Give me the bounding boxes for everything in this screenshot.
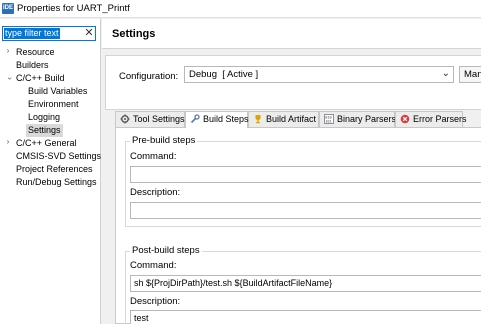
- filter-input[interactable]: type filter text: [4, 28, 60, 39]
- collapse-arrow-icon[interactable]: ›: [2, 75, 15, 83]
- tab-build-steps[interactable]: Build Steps: [185, 111, 249, 128]
- tree-item-builders[interactable]: Builders: [16, 59, 49, 72]
- configuration-area: Configuration: Debug [ Active ] ⌄ Manage…: [105, 55, 481, 110]
- tree-item-cmsis-svd[interactable]: CMSIS-SVD Settings: [16, 150, 101, 163]
- post-build-description-value: test: [134, 313, 149, 323]
- settings-page: Settings Configuration: Debug [ Active ]…: [102, 19, 481, 324]
- expand-arrow-icon[interactable]: ›: [4, 46, 12, 59]
- pre-build-description-field[interactable]: [130, 202, 481, 219]
- tab-tool-settings[interactable]: Tool Settings: [115, 111, 185, 127]
- ide-logo-icon: IDE: [2, 3, 14, 14]
- tree-item-cpp-general[interactable]: C/C++ General: [16, 137, 77, 150]
- pre-build-group: Pre-build steps Command: Description:: [125, 135, 481, 227]
- tree-item-logging[interactable]: Logging: [28, 111, 60, 124]
- post-build-title: Post-build steps: [130, 245, 202, 256]
- post-build-description-label: Description:: [130, 296, 181, 307]
- configuration-label: Configuration:: [119, 71, 179, 82]
- tab-label: Error Parsers: [413, 114, 467, 124]
- configuration-select[interactable]: Debug [ Active ] ⌄: [184, 66, 454, 83]
- manage-configurations-button[interactable]: Manage Configurations...: [459, 66, 481, 83]
- tree-item-project-references[interactable]: Project References: [16, 163, 93, 176]
- filter-box[interactable]: type filter text ✕: [2, 26, 96, 41]
- tab-binary-parsers[interactable]: 010 101 Binary Parsers: [319, 111, 397, 127]
- tab-error-parsers[interactable]: Error Parsers: [395, 111, 467, 127]
- post-build-group: Post-build steps Command: sh ${ProjDirPa…: [125, 245, 481, 324]
- gear-icon: [120, 114, 130, 124]
- pre-build-command-label: Command:: [130, 151, 177, 162]
- title-bar: IDE Properties for UART_Printf: [0, 0, 481, 18]
- trophy-icon: [255, 115, 261, 124]
- tree-item-resource[interactable]: Resource: [16, 46, 55, 59]
- settings-tabs: Tool Settings Build Steps Build Artifact…: [115, 111, 481, 128]
- post-build-description-field[interactable]: test: [130, 310, 481, 324]
- tree-item-run-debug[interactable]: Run/Debug Settings: [16, 176, 97, 189]
- pre-build-title: Pre-build steps: [130, 135, 198, 146]
- tree-item-build-variables[interactable]: Build Variables: [28, 85, 87, 98]
- window-title: Properties for UART_Printf: [17, 3, 130, 14]
- expand-arrow-icon[interactable]: ›: [4, 137, 12, 150]
- tree-item-settings[interactable]: Settings: [26, 124, 63, 137]
- post-build-command-label: Command:: [130, 260, 177, 271]
- pre-build-description-label: Description:: [130, 187, 181, 198]
- tree-item-cpp-build[interactable]: C/C++ Build: [16, 72, 65, 85]
- pre-build-command-field[interactable]: [130, 166, 481, 183]
- tab-build-artifact[interactable]: Build Artifact: [248, 111, 319, 127]
- page-title: Settings: [112, 28, 156, 40]
- svg-text:101: 101: [325, 120, 332, 124]
- configuration-value: Debug [ Active ]: [189, 69, 259, 80]
- chevron-down-icon: ⌄: [441, 68, 450, 79]
- tree-item-environment[interactable]: Environment: [28, 98, 79, 111]
- wrench-icon: [190, 114, 200, 124]
- error-icon: [400, 114, 410, 124]
- binary-icon: 010 101: [324, 114, 334, 124]
- tab-label: Build Artifact: [266, 114, 317, 124]
- properties-sidebar: type filter text ✕ › Resource Builders ›…: [0, 19, 101, 324]
- post-build-command-value: sh ${ProjDirPath}/test.sh ${BuildArtifac…: [134, 278, 333, 288]
- page-header: Settings: [102, 19, 481, 49]
- build-steps-panel: Pre-build steps Command: Description: Po…: [115, 127, 481, 324]
- tab-label: Binary Parsers: [337, 114, 397, 124]
- tab-label: Build Steps: [203, 114, 249, 124]
- manage-configurations-label: Manage Configurations...: [464, 69, 481, 80]
- post-build-command-field[interactable]: sh ${ProjDirPath}/test.sh ${BuildArtifac…: [130, 275, 481, 292]
- tab-label: Tool Settings: [133, 114, 185, 124]
- clear-filter-icon[interactable]: ✕: [83, 27, 95, 40]
